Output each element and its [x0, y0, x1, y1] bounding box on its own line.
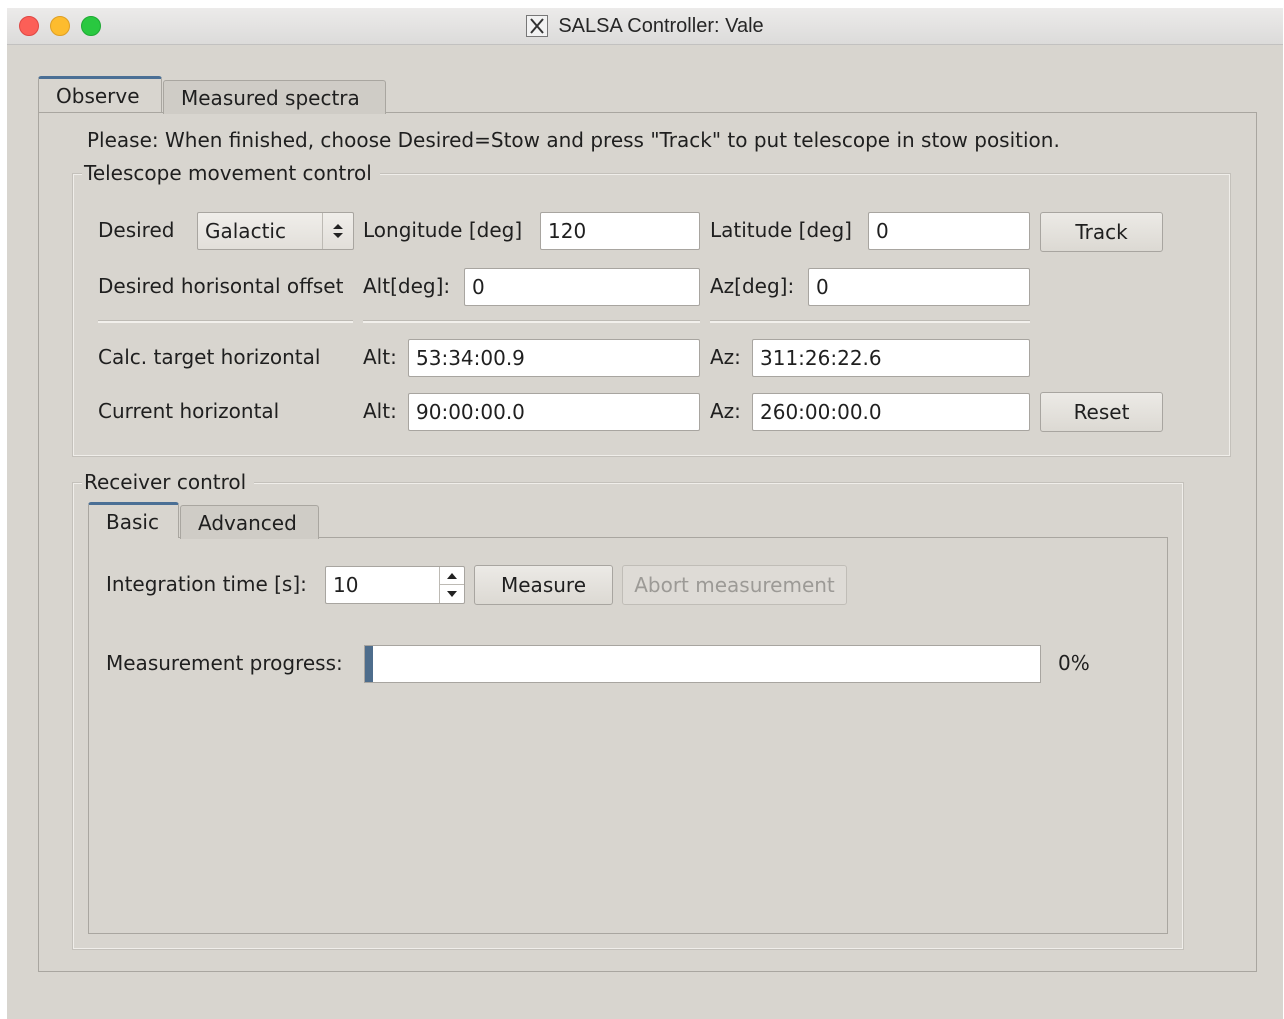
desired-label: Desired	[98, 218, 175, 242]
tab-advanced[interactable]: Advanced	[180, 505, 319, 539]
stow-notice: Please: When finished, choose Desired=St…	[87, 128, 1060, 152]
calc-az-field: 311:26:22.6	[752, 339, 1030, 377]
offset-alt-label: Alt[deg]:	[363, 274, 451, 298]
offset-alt-input[interactable]: 0	[464, 268, 700, 306]
title-bar[interactable]: SALSA Controller: Vale	[7, 8, 1283, 45]
tab-observe[interactable]: Observe	[38, 76, 162, 112]
spin-buttons[interactable]	[439, 567, 464, 603]
offset-az-input[interactable]: 0	[808, 268, 1030, 306]
tab-measured-spectra[interactable]: Measured spectra	[163, 80, 386, 114]
longitude-label: Longitude [deg]	[363, 218, 523, 242]
calc-target-label: Calc. target horizontal	[98, 345, 321, 369]
app-window: SALSA Controller: Vale Observe Measured …	[7, 8, 1283, 1019]
latitude-label: Latitude [deg]	[710, 218, 852, 242]
calc-az-label: Az:	[710, 345, 741, 369]
separator-1	[98, 320, 353, 323]
desired-combo-value: Galactic	[205, 219, 286, 243]
window-title-wrap: SALSA Controller: Vale	[7, 8, 1283, 44]
updown-arrows-icon	[322, 213, 353, 249]
window-title: SALSA Controller: Vale	[558, 14, 764, 37]
measurement-progress-bar	[364, 645, 1041, 683]
current-az-field: 260:00:00.0	[752, 393, 1030, 431]
reset-button[interactable]: Reset	[1040, 392, 1163, 432]
desired-combo[interactable]: Galactic	[197, 212, 354, 250]
separator-3	[710, 320, 1030, 323]
receiver-group-title: Receiver control	[82, 470, 255, 494]
longitude-input[interactable]: 120	[540, 212, 700, 250]
current-alt-field: 90:00:00.0	[408, 393, 700, 431]
measure-button[interactable]: Measure	[474, 565, 613, 605]
current-az-label: Az:	[710, 399, 741, 423]
track-button[interactable]: Track	[1040, 212, 1163, 252]
tab-basic-label: Basic	[106, 509, 159, 534]
measurement-progress-text: 0%	[1058, 651, 1090, 675]
integration-time-spinbox[interactable]: 10	[325, 566, 465, 604]
current-horizontal-label: Current horizontal	[98, 399, 280, 423]
movement-group-title: Telescope movement control	[82, 161, 380, 185]
tab-basic[interactable]: Basic	[88, 502, 179, 538]
latitude-input[interactable]: 0	[868, 212, 1030, 250]
measurement-progress-label: Measurement progress:	[106, 651, 343, 675]
spin-down-icon[interactable]	[440, 585, 464, 603]
separator-2	[363, 320, 700, 323]
calc-alt-field: 53:34:00.9	[408, 339, 700, 377]
offset-az-label: Az[deg]:	[710, 274, 795, 298]
spin-up-icon[interactable]	[440, 567, 464, 585]
integration-time-label: Integration time [s]:	[106, 572, 307, 596]
abort-measurement-button[interactable]: Abort measurement	[622, 565, 847, 605]
tab-advanced-label: Advanced	[198, 510, 297, 535]
progress-fill	[365, 646, 373, 682]
x11-icon	[526, 15, 549, 37]
integration-time-value: 10	[333, 573, 359, 597]
tab-observe-label: Observe	[56, 83, 140, 108]
current-alt-label: Alt:	[363, 399, 397, 423]
calc-alt-label: Alt:	[363, 345, 397, 369]
offset-label: Desired horisontal offset	[98, 274, 344, 298]
tab-measured-spectra-label: Measured spectra	[181, 85, 360, 110]
